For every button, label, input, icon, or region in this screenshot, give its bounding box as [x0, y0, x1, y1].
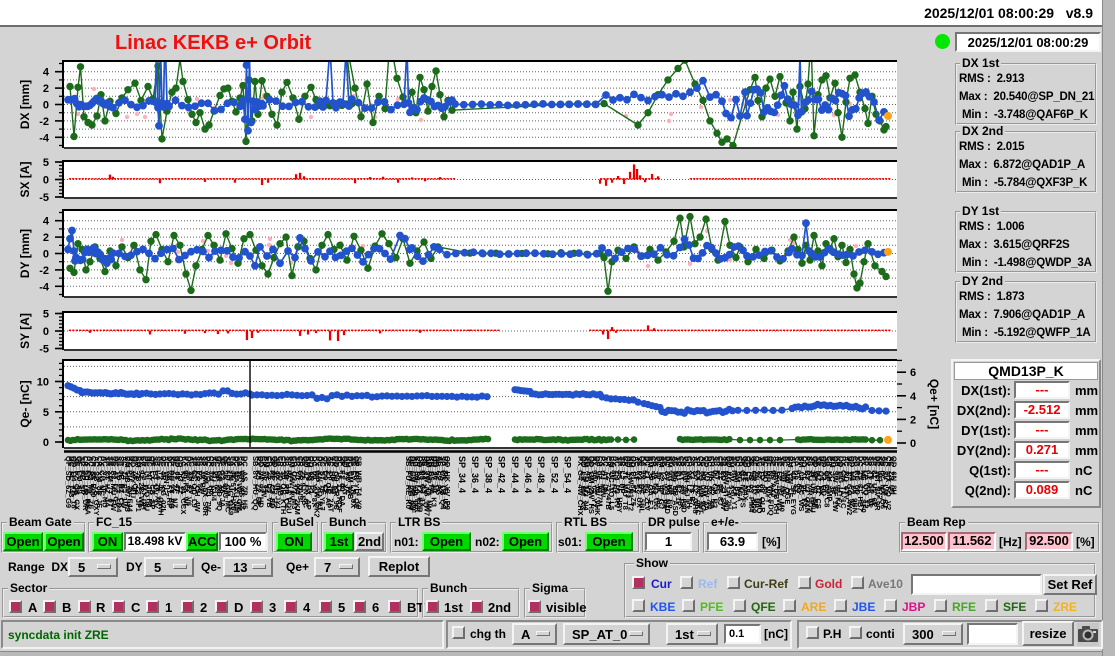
svg-text:Qe- [nC]: Qe- [nC] — [18, 380, 32, 427]
svg-text:2: 2 — [910, 414, 916, 426]
svg-text:-2: -2 — [39, 265, 49, 277]
svg-text:DC_AS_ZR_H5: DC_AS_ZR_H5 — [240, 456, 249, 509]
svg-text:Qe+ [nC]: Qe+ [nC] — [927, 379, 941, 429]
svg-text:SB_WB_T4_Y0: SB_WB_T4_Y0 — [355, 456, 364, 509]
svg-text:2: 2 — [43, 83, 49, 95]
svg-text:-4: -4 — [39, 132, 50, 144]
svg-text:QD_6N_8H: QD_6N_8H — [890, 456, 899, 495]
svg-text:0: 0 — [43, 326, 49, 338]
svg-text:SY [A]: SY [A] — [18, 313, 32, 349]
svg-text:5: 5 — [43, 407, 49, 419]
svg-text:0: 0 — [43, 249, 49, 261]
svg-text:-2: -2 — [39, 116, 49, 128]
svg-text:DX [mm]: DX [mm] — [18, 80, 32, 129]
svg-text:QD_HK_YV_P9: QD_HK_YV_P9 — [443, 456, 452, 510]
svg-text:0: 0 — [910, 438, 916, 450]
svg-text:SP_42_4: SP_42_4 — [497, 456, 507, 493]
svg-text:SP_44_4: SP_44_4 — [510, 456, 520, 493]
svg-text:SP_38_4: SP_38_4 — [483, 456, 493, 493]
svg-text:-5: -5 — [39, 192, 49, 204]
svg-text:5: 5 — [43, 309, 49, 321]
svg-text:6: 6 — [910, 367, 916, 379]
svg-text:4: 4 — [910, 391, 917, 403]
svg-text:SP_54_4: SP_54_4 — [563, 456, 573, 493]
svg-text:-5: -5 — [39, 344, 49, 356]
svg-text:0: 0 — [43, 175, 49, 187]
svg-text:2: 2 — [43, 232, 49, 244]
svg-text:10: 10 — [37, 377, 49, 389]
svg-text:SP_48_4: SP_48_4 — [536, 456, 546, 493]
svg-text:5: 5 — [43, 157, 49, 169]
svg-text:SX [A]: SX [A] — [18, 161, 32, 197]
svg-text:-4: -4 — [39, 281, 50, 293]
svg-text:0: 0 — [43, 437, 49, 449]
svg-text:DY [mm]: DY [mm] — [18, 229, 32, 278]
svg-text:4: 4 — [43, 67, 50, 79]
svg-text:SP_36_4: SP_36_4 — [470, 456, 480, 493]
svg-text:SP_46_4: SP_46_4 — [523, 456, 533, 493]
svg-text:SP_34_4: SP_34_4 — [457, 456, 467, 493]
svg-text:4: 4 — [43, 216, 50, 228]
svg-text:0: 0 — [43, 100, 49, 112]
svg-text:SP_52_4: SP_52_4 — [549, 456, 559, 493]
